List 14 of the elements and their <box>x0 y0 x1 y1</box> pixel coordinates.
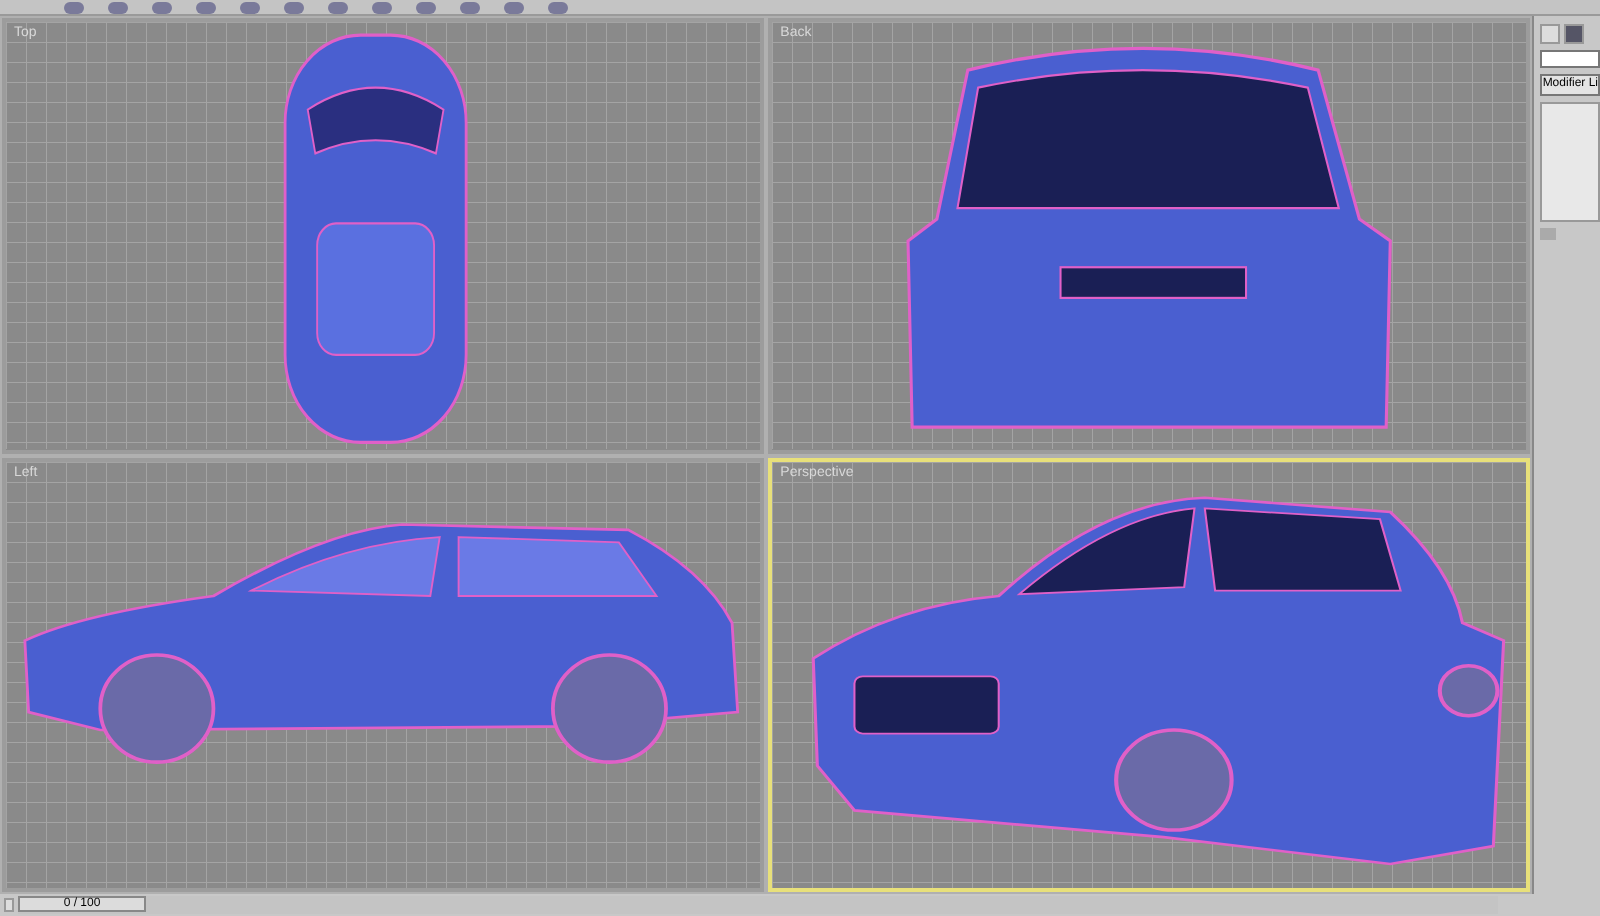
toolbar-tool-icon[interactable] <box>64 1 84 13</box>
toolbar-tool-icon[interactable] <box>416 1 436 13</box>
toolbar-tool-icon[interactable] <box>284 1 304 13</box>
toolbar-tool-icon[interactable] <box>548 1 568 13</box>
toolbar-tool-icon[interactable] <box>240 1 260 13</box>
toolbar-tool-icon[interactable] <box>108 1 128 13</box>
toolbar-tool-icon[interactable] <box>328 1 348 13</box>
toolbar-tool-icon[interactable] <box>504 1 524 13</box>
name-field[interactable] <box>1540 50 1600 68</box>
toolbar-tool-icon[interactable] <box>372 1 392 13</box>
toolbar-tool-icon[interactable] <box>152 1 172 13</box>
modifier-stack-list <box>1540 102 1600 222</box>
toolbar-tool-icon[interactable] <box>460 1 480 13</box>
toolbar-tool-icon[interactable] <box>196 1 216 13</box>
